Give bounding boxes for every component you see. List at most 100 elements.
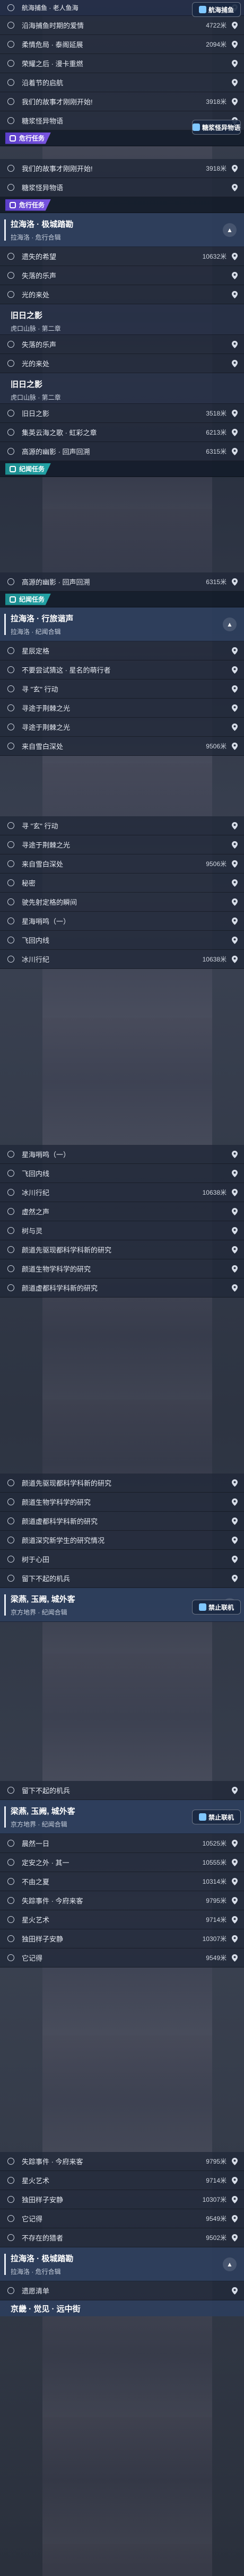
map-pin-icon[interactable]	[232, 898, 238, 906]
quest-step-row[interactable]: 寻途于荆棘之光	[0, 835, 244, 854]
map-pin-icon[interactable]	[232, 647, 238, 655]
quest-step-row[interactable]: 失落的乐声	[0, 266, 244, 285]
map-pin-icon[interactable]	[232, 1916, 238, 1924]
map-pin-icon[interactable]	[232, 742, 238, 750]
map-pin-icon[interactable]	[232, 704, 238, 712]
map-pin-icon[interactable]	[232, 879, 238, 887]
region-badge[interactable]: 禁止联机	[192, 1810, 241, 1824]
quest-step-row[interactable]: 留下不起的机兵	[0, 1781, 244, 1800]
quest-step-row[interactable]: 颜道生物学科学的研究	[0, 1493, 244, 1512]
region-badge[interactable]: 禁止联机	[192, 1600, 241, 1615]
map-pin-icon[interactable]	[232, 955, 238, 963]
map-pin-icon[interactable]	[232, 1954, 238, 1962]
map-pin-icon[interactable]	[232, 2234, 238, 2242]
map-pin-icon[interactable]	[232, 98, 238, 105]
quest-step-row[interactable]: 树于心田	[0, 1550, 244, 1569]
quest-step-row[interactable]: 颜道虚都科学科新的研究	[0, 1278, 244, 1298]
map-pin-icon[interactable]	[232, 666, 238, 674]
map-pin-icon[interactable]	[232, 1207, 238, 1215]
chevron-up-icon[interactable]: ▲	[223, 617, 237, 631]
map-pin-icon[interactable]	[232, 1498, 238, 1506]
map-pin-icon[interactable]	[232, 183, 238, 191]
map-pin-icon[interactable]	[232, 860, 238, 868]
quest-step-row[interactable]: 飞回内线	[0, 1164, 244, 1183]
quest-step-row[interactable]: 光的来处	[0, 354, 244, 373]
quest-step-row[interactable]: 寻途于荆棘之光	[0, 699, 244, 718]
quest-step-row[interactable]: 颜道虚都科学科新的研究	[0, 1512, 244, 1531]
map-pin-icon[interactable]	[232, 1150, 238, 1158]
map-pin-icon[interactable]	[232, 1896, 238, 1904]
quest-step-row[interactable]: 颜道深究新学生的研究情况	[0, 1531, 244, 1550]
quest-step-row[interactable]: 它记得 9549米	[0, 1948, 244, 1968]
quest-step-row[interactable]: 集英云海之歌 · 虹彩之章 6213米	[0, 423, 244, 442]
chevron-up-icon[interactable]: ▲	[223, 2257, 237, 2271]
quest-step-row[interactable]: 晨然一日 10525米	[0, 1834, 244, 1853]
map-pin-icon[interactable]	[232, 841, 238, 849]
map-pin-icon[interactable]	[232, 290, 238, 298]
quest-step-row[interactable]: 颜道生物学科学的研究	[0, 1259, 244, 1278]
quest-step-row[interactable]: 寻 "玄" 行动	[0, 680, 244, 699]
quest-step-row[interactable]: 不由之夏 10314米	[0, 1872, 244, 1891]
region-badge[interactable]: 航海捕鱼	[192, 2, 241, 17]
map-pin-icon[interactable]	[232, 2195, 238, 2203]
quest-step-row[interactable]: 糖浆怪异物语	[0, 178, 244, 197]
map-pin-icon[interactable]	[232, 1935, 238, 1943]
quest-step-row[interactable]: 星海哨鸣（一）	[0, 1145, 244, 1164]
quest-step-row[interactable]: 沿海捕鱼时期的爱情 4722米	[0, 16, 244, 35]
chevron-up-icon[interactable]: ▲	[223, 223, 237, 237]
map-pin-icon[interactable]	[232, 822, 238, 830]
map-pin-icon[interactable]	[232, 359, 238, 367]
map-pin-icon[interactable]	[232, 1246, 238, 1254]
quest-step-row[interactable]: 柔情危局 · 泰阁延展 2094米	[0, 35, 244, 54]
map-pin-icon[interactable]	[232, 685, 238, 693]
quest-step-row[interactable]: 独田样子安静 10307米	[0, 1929, 244, 1948]
quest-step-row[interactable]: 失踪事件 · 今府来客 9795米	[0, 2152, 244, 2171]
quest-step-row[interactable]: 定安之外 · 其一 10555米	[0, 1853, 244, 1872]
quest-step-row[interactable]: 遗愿清单	[0, 2281, 244, 2300]
quest-step-row[interactable]: 高源的幽影 · 回声回溯 6315米	[0, 572, 244, 592]
map-pin-icon[interactable]	[232, 252, 238, 260]
quest-step-row[interactable]: 我们的故事才刚刚开始! 3918米	[0, 92, 244, 111]
map-pin-icon[interactable]	[232, 1877, 238, 1885]
quest-step-row[interactable]: 失踪事件 · 今府来客 9795米	[0, 1891, 244, 1910]
quest-step-row[interactable]: 虚然之声	[0, 1202, 244, 1221]
map-pin-icon[interactable]	[232, 271, 238, 279]
map-pin-icon[interactable]	[232, 21, 238, 29]
map-pin-icon[interactable]	[232, 2215, 238, 2222]
quest-step-row[interactable]: 旧日之影 3518米	[0, 404, 244, 423]
quest-step-row[interactable]: 荣耀之后 · 漫卡重燃	[0, 54, 244, 73]
map-pin-icon[interactable]	[232, 1169, 238, 1177]
quest-step-row[interactable]: 星辰定格	[0, 641, 244, 660]
quest-step-row[interactable]: 颜道先驱现都科学科新的研究	[0, 1474, 244, 1493]
quest-header[interactable]: 拉海洛 · 极城踏勘 拉海洛 · 危行合辑 ▲	[0, 213, 244, 247]
map-pin-icon[interactable]	[232, 1227, 238, 1234]
map-pin-icon[interactable]	[232, 40, 238, 48]
quest-step-row[interactable]: 树与灵	[0, 1221, 244, 1240]
quest-step-row[interactable]: 独田样子安静 10307米	[0, 2190, 244, 2209]
map-pin-icon[interactable]	[232, 1786, 238, 1794]
map-pin-icon[interactable]	[232, 1479, 238, 1487]
map-pin-icon[interactable]	[232, 917, 238, 925]
quest-step-row[interactable]: 星火艺术 9714米	[0, 2171, 244, 2190]
quest-step-row[interactable]: 遗失的希望 10632米	[0, 247, 244, 266]
map-pin-icon[interactable]	[232, 2287, 238, 2295]
map-pin-icon[interactable]	[232, 1265, 238, 1273]
quest-step-row[interactable]: 冰川行纪 10638米	[0, 950, 244, 969]
quest-step-row[interactable]: 它记得 9549米	[0, 2209, 244, 2228]
map-pin-icon[interactable]	[232, 340, 238, 348]
map-pin-icon[interactable]	[232, 2176, 238, 2184]
map-pin-icon[interactable]	[232, 2157, 238, 2165]
map-pin-icon[interactable]	[232, 409, 238, 417]
map-pin-icon[interactable]	[232, 1574, 238, 1582]
quest-step-row[interactable]: 留下不起的机兵	[0, 1569, 244, 1588]
quest-step-row[interactable]: 来自雪白深处 9506米	[0, 854, 244, 874]
quest-step-row[interactable]: 沿着节的启航	[0, 73, 244, 92]
quest-step-row[interactable]: 光的来处	[0, 285, 244, 304]
map-pin-icon[interactable]	[232, 1536, 238, 1544]
map-pin-icon[interactable]	[232, 428, 238, 436]
map-pin-icon[interactable]	[232, 936, 238, 944]
map-pin-icon[interactable]	[232, 1188, 238, 1196]
quest-step-row[interactable]: 寻 "玄" 行动	[0, 816, 244, 835]
chapter-header[interactable]: 旧日之影 虎口山脉 · 第二章	[0, 304, 244, 335]
quest-step-row[interactable]: 冰川行纪 10638米	[0, 1183, 244, 1202]
